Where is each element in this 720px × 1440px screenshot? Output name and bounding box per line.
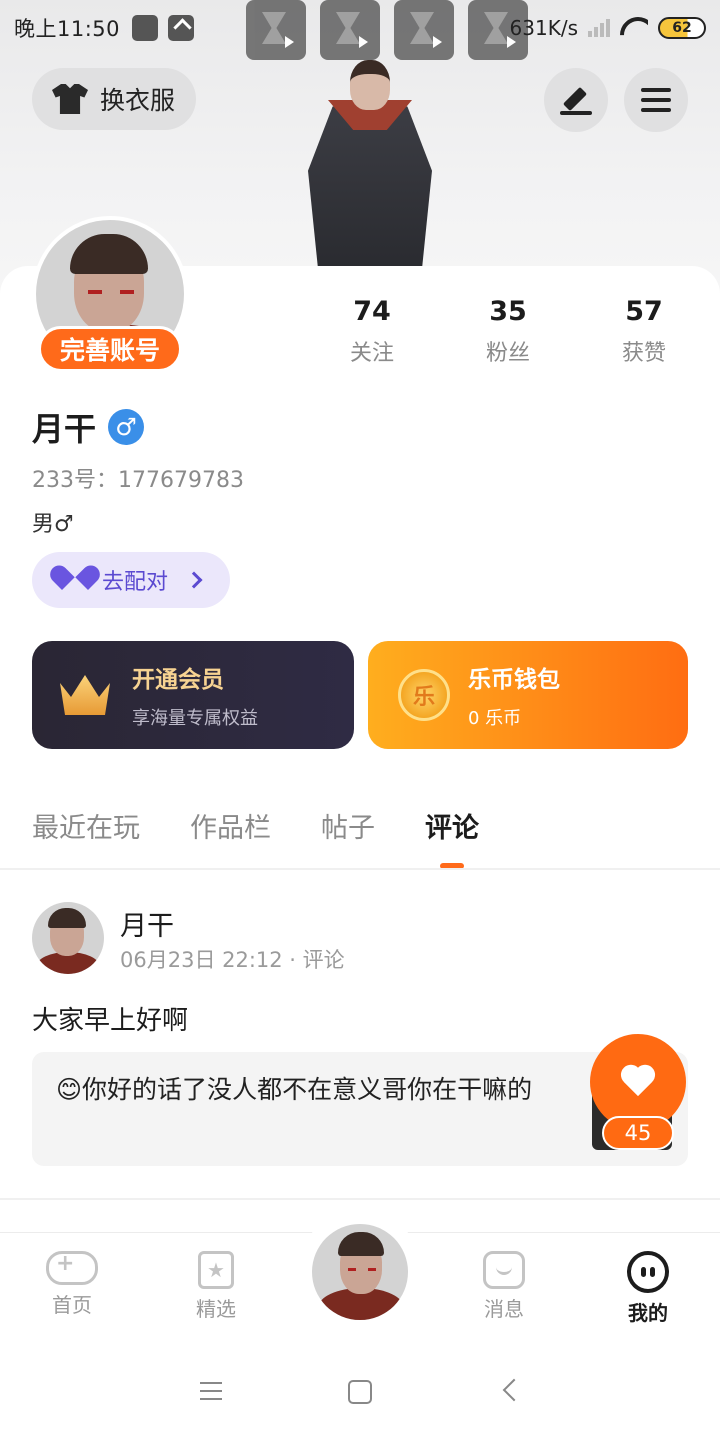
status-time: 晚上11:50	[14, 17, 121, 41]
vip-title: 开通会员	[132, 667, 224, 693]
back-icon[interactable]	[502, 1378, 526, 1402]
wallet-card[interactable]: 乐 乐币钱包 0 乐币	[368, 641, 688, 749]
quoted-content[interactable]: 😊你好的话了没人都不在意义哥你在干嘛的	[32, 1052, 688, 1166]
stat-label: 粉丝	[485, 341, 530, 366]
home-icon[interactable]	[348, 1380, 372, 1404]
stat-label: 获赞	[621, 341, 666, 366]
wifi-icon	[620, 17, 648, 39]
menu-button[interactable]	[624, 68, 688, 132]
battery-icon: 62	[658, 17, 706, 39]
pen-icon	[560, 85, 592, 115]
star-icon: ★	[198, 1251, 234, 1289]
stat-value: 74	[353, 296, 391, 327]
gamepad-icon	[46, 1251, 98, 1285]
battery-level: 62	[672, 20, 692, 36]
app-notification-icon	[132, 15, 159, 41]
crown-icon	[60, 675, 110, 715]
wardrobe-label: 换衣服	[100, 86, 176, 115]
wallet-title: 乐币钱包	[468, 667, 560, 693]
divider	[0, 1198, 720, 1200]
divider	[0, 868, 720, 870]
vip-membership-card[interactable]: 开通会员 享海量专属权益	[32, 641, 354, 749]
nav-messages[interactable]: 消息	[454, 1251, 554, 1322]
chevron-right-icon	[185, 571, 203, 589]
profile-stats: 74 关注 35 粉丝 57 获赞	[304, 296, 712, 367]
system-nav-bar	[0, 1344, 720, 1440]
network-speed: 631K/s	[509, 16, 578, 40]
stat-likes[interactable]: 57 获赞	[576, 296, 712, 367]
stat-followers[interactable]: 35 粉丝	[440, 296, 576, 367]
user-bio: 男♂	[32, 512, 74, 537]
wallet-balance: 0 乐币	[468, 708, 522, 729]
recents-icon[interactable]	[200, 1382, 222, 1400]
nav-label: 我的	[598, 1297, 698, 1330]
user-id: 233号：177679783	[32, 468, 244, 493]
match-label: 去配对	[102, 570, 169, 595]
nav-label: 首页	[52, 1293, 92, 1317]
profile-tabs: 最近在玩 作品栏 帖子 评论	[32, 806, 479, 869]
shirt-icon	[52, 84, 88, 114]
like-count: 45	[602, 1116, 674, 1150]
chat-icon	[483, 1251, 525, 1289]
menu-icon	[641, 88, 671, 112]
tab-posts[interactable]: 帖子	[321, 806, 375, 845]
male-gender-icon: ♂	[108, 409, 145, 445]
match-button[interactable]: 去配对	[32, 552, 230, 608]
nav-label: 消息	[484, 1297, 524, 1321]
tab-works[interactable]: 作品栏	[190, 806, 271, 845]
tab-recent[interactable]: 最近在玩	[32, 806, 140, 845]
face-icon	[627, 1251, 669, 1293]
profile-name: 月干 ♂	[32, 404, 145, 450]
upload-icon	[168, 15, 195, 41]
wardrobe-button[interactable]: 换衣服	[32, 68, 196, 130]
nav-me[interactable]: 我的	[598, 1251, 698, 1330]
comment-avatar[interactable]	[32, 902, 104, 974]
comment-author: 月干	[120, 911, 174, 942]
stat-following[interactable]: 74 关注	[304, 296, 440, 367]
nav-home[interactable]: 首页	[22, 1251, 122, 1318]
signal-icon	[588, 19, 610, 37]
floating-window-icon[interactable]	[394, 0, 454, 60]
floating-window-icon[interactable]	[246, 0, 306, 60]
floating-window-icon[interactable]	[320, 0, 380, 60]
comment-meta: 06月23日 22:12 · 评论	[120, 948, 345, 972]
tab-comments[interactable]: 评论	[425, 806, 479, 869]
coin-icon: 乐	[398, 669, 450, 721]
vip-subtitle: 享海量专属权益	[132, 708, 258, 729]
heart-icon	[620, 1066, 656, 1098]
avatar-character[interactable]	[300, 56, 440, 268]
center-avatar-button[interactable]	[312, 1224, 408, 1320]
nav-label: 精选	[196, 1297, 236, 1321]
status-indicators: 631K/s 62	[510, 0, 706, 56]
quoted-text: 😊你好的话了没人都不在意义哥你在干嘛的	[56, 1075, 533, 1104]
complete-account-button[interactable]: 完善账号	[38, 326, 182, 372]
stat-value: 35	[489, 296, 527, 327]
floating-windows	[246, 0, 528, 60]
stat-value: 57	[625, 296, 663, 327]
nav-featured[interactable]: ★ 精选	[166, 1251, 266, 1322]
edit-button[interactable]	[544, 68, 608, 132]
comment-text: 大家早上好啊	[32, 1006, 189, 1036]
double-heart-icon	[58, 568, 90, 592]
username: 月干	[32, 410, 97, 448]
stat-label: 关注	[349, 341, 394, 366]
